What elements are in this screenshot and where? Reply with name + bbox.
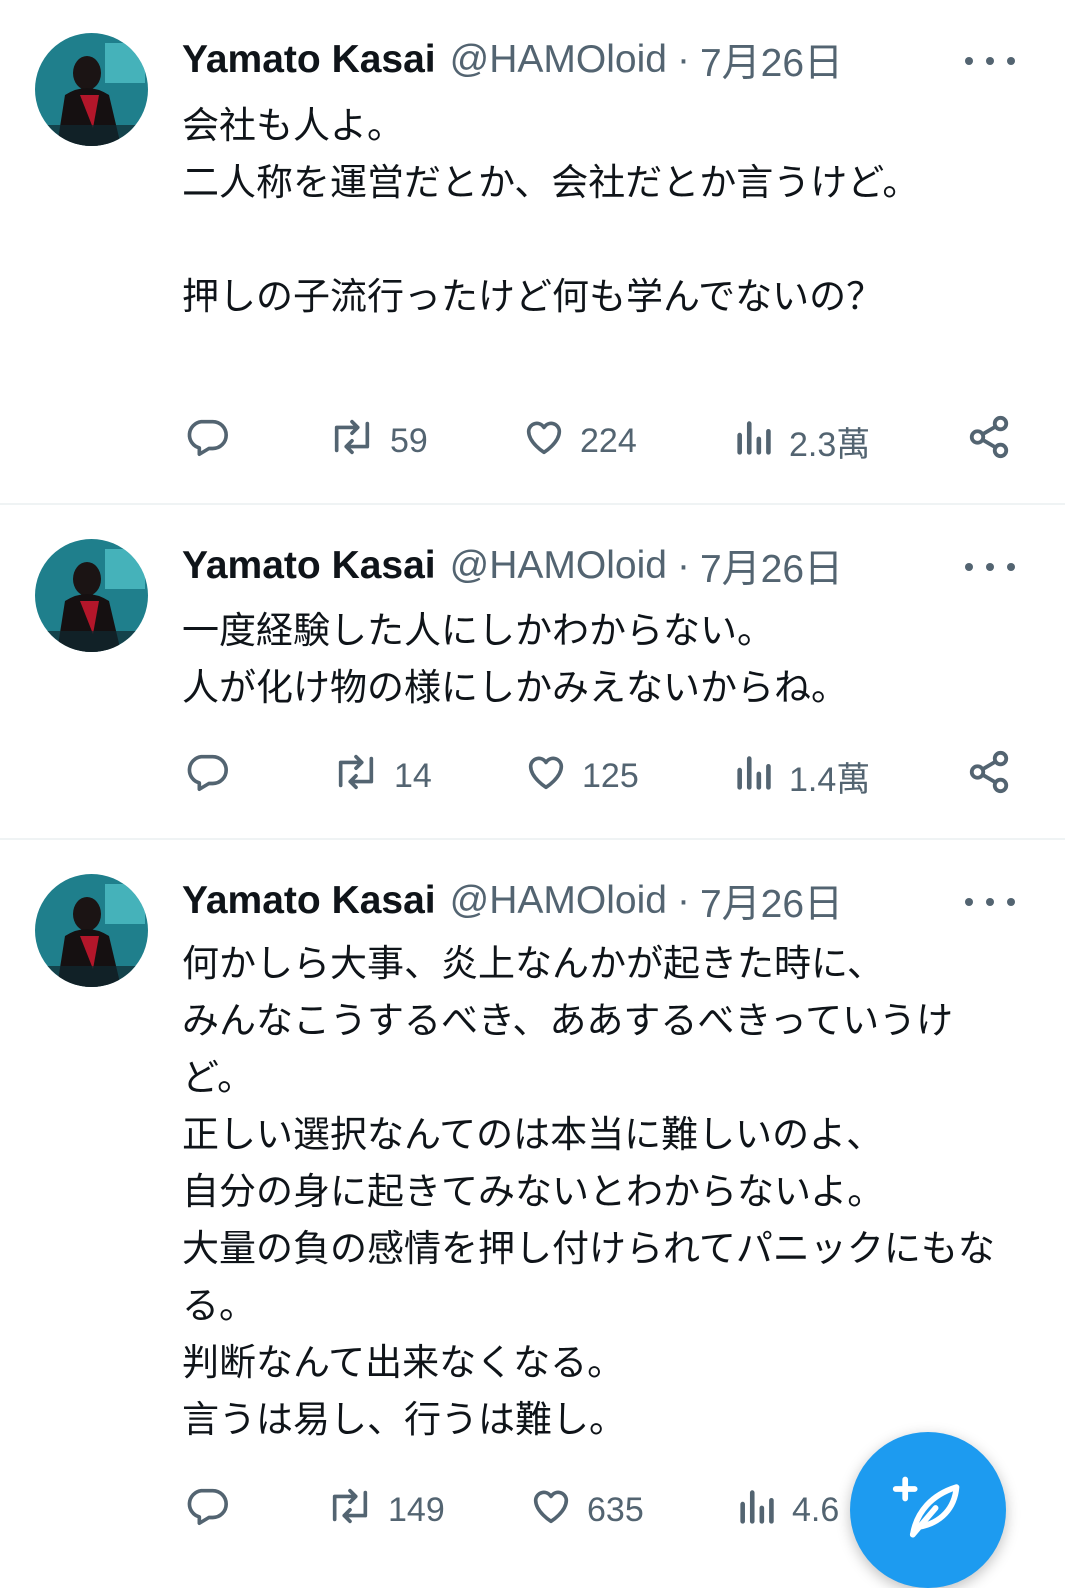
retweet-count: 14 [394, 756, 432, 795]
separator: · [676, 544, 690, 587]
tweet-header: Yamato Kasai @HAMOloid · 7月26日 [182, 876, 843, 926]
like-count: 125 [582, 756, 639, 795]
analytics-icon [736, 1483, 780, 1538]
separator: · [676, 38, 690, 81]
heart-icon [520, 414, 568, 469]
views-button[interactable]: 4.6 [736, 1480, 839, 1540]
like-count: 635 [587, 1490, 644, 1529]
author-handle[interactable]: @HAMOloid [450, 38, 667, 82]
retweet-icon [326, 414, 378, 469]
retweet-button[interactable]: 14 [330, 746, 432, 806]
view-count: 1.4萬 [789, 760, 871, 799]
compose-icon [890, 1470, 966, 1550]
share-button[interactable] [966, 411, 1012, 471]
like-button[interactable]: 125 [522, 746, 639, 806]
separator: · [676, 879, 690, 922]
retweet-button[interactable]: 59 [326, 411, 428, 471]
retweet-button[interactable]: 149 [324, 1480, 445, 1540]
views-button[interactable]: 2.3萬 [733, 411, 870, 471]
tweet-date[interactable]: 7月26日 [700, 538, 843, 594]
author-handle[interactable]: @HAMOloid [450, 879, 667, 923]
author-handle[interactable]: @HAMOloid [450, 544, 667, 588]
more-icon[interactable] [965, 46, 1015, 76]
retweet-count: 149 [388, 1490, 445, 1529]
views-button[interactable]: 1.4萬 [733, 746, 870, 806]
tweet-header: Yamato Kasai @HAMOloid · 7月26日 [182, 35, 843, 85]
view-count: 2.3萬 [789, 425, 871, 464]
retweet-icon [330, 749, 382, 804]
analytics-icon [733, 414, 777, 469]
reply-button[interactable] [184, 1480, 242, 1540]
action-bar: 14 125 1.4萬 [0, 746, 1065, 806]
tweet-date[interactable]: 7月26日 [700, 873, 843, 929]
like-button[interactable]: 635 [527, 1480, 644, 1540]
reply-button[interactable] [184, 411, 242, 471]
tweet-text: 何かしら大事、炎上なんかが起きた時に、 みんなこうするべき、ああするべきっていう… [182, 942, 995, 1441]
reply-icon [184, 414, 230, 469]
avatar[interactable] [35, 33, 148, 146]
avatar[interactable] [35, 874, 148, 987]
author-name[interactable]: Yamato Kasai [182, 38, 436, 82]
share-button[interactable] [966, 746, 1012, 806]
analytics-icon [733, 749, 777, 804]
heart-icon [522, 749, 570, 804]
share-icon [966, 749, 1012, 804]
tweet-text: 一度経験した人にしかわからない。 人が化け物の様にしかみえないからね。 [182, 609, 848, 709]
action-bar: 59 224 2.3萬 [0, 411, 1065, 471]
retweet-count: 59 [390, 421, 428, 460]
heart-icon [527, 1483, 575, 1538]
share-icon [966, 414, 1012, 469]
tweet-text: 会社も人よ。 二人称を運営だとか、会社だとか言うけど。 押しの子流行ったけど何も… [182, 104, 920, 318]
author-name[interactable]: Yamato Kasai [182, 544, 436, 588]
like-count: 224 [580, 421, 637, 460]
retweet-icon [324, 1483, 376, 1538]
tweet[interactable]: Yamato Kasai @HAMOloid · 7月26日 一度経験した人にし… [0, 505, 1065, 838]
author-name[interactable]: Yamato Kasai [182, 879, 436, 923]
reply-button[interactable] [184, 746, 242, 806]
tweet-date[interactable]: 7月26日 [700, 32, 843, 88]
reply-icon [184, 749, 230, 804]
more-icon[interactable] [965, 887, 1015, 917]
like-button[interactable]: 224 [520, 411, 637, 471]
more-icon[interactable] [965, 552, 1015, 582]
tweet-header: Yamato Kasai @HAMOloid · 7月26日 [182, 541, 843, 591]
compose-button[interactable] [850, 1432, 1006, 1588]
tweet[interactable]: Yamato Kasai @HAMOloid · 7月26日 会社も人よ。 二人… [0, 0, 1065, 503]
view-count: 4.6 [792, 1490, 840, 1529]
avatar[interactable] [35, 539, 148, 652]
reply-icon [184, 1483, 230, 1538]
